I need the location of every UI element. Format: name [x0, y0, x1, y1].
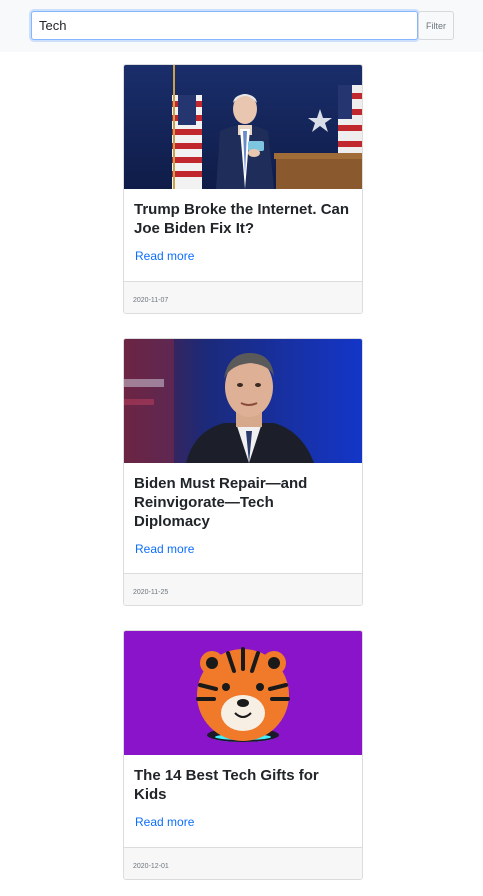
- read-more-link[interactable]: Read more: [135, 249, 194, 263]
- search-input[interactable]: [31, 11, 418, 40]
- article-date: 2020-12-01: [124, 847, 362, 879]
- article-date: 2020-11-07: [124, 281, 362, 313]
- article-date: 2020-11-25: [124, 573, 362, 605]
- filter-button[interactable]: Filter: [418, 11, 454, 40]
- article-image-biden-podium: [124, 65, 362, 189]
- read-more-link[interactable]: Read more: [135, 542, 194, 556]
- read-more-link[interactable]: Read more: [135, 815, 194, 829]
- article-image-tiger-speaker: [124, 631, 362, 755]
- article-image-blinken-portrait: [124, 339, 362, 463]
- top-bar: Filter: [0, 0, 483, 52]
- article-title: The 14 Best Tech Gifts for Kids: [134, 767, 319, 803]
- article-card: The 14 Best Tech Gifts for Kids Read mor…: [123, 630, 363, 880]
- article-card: Trump Broke the Internet. Can Joe Biden …: [123, 64, 363, 314]
- article-title: Biden Must Repair—and Reinvigorate—Tech …: [134, 475, 308, 530]
- article-title: Trump Broke the Internet. Can Joe Biden …: [134, 201, 350, 237]
- article-card: Biden Must Repair—and Reinvigorate—Tech …: [123, 338, 363, 606]
